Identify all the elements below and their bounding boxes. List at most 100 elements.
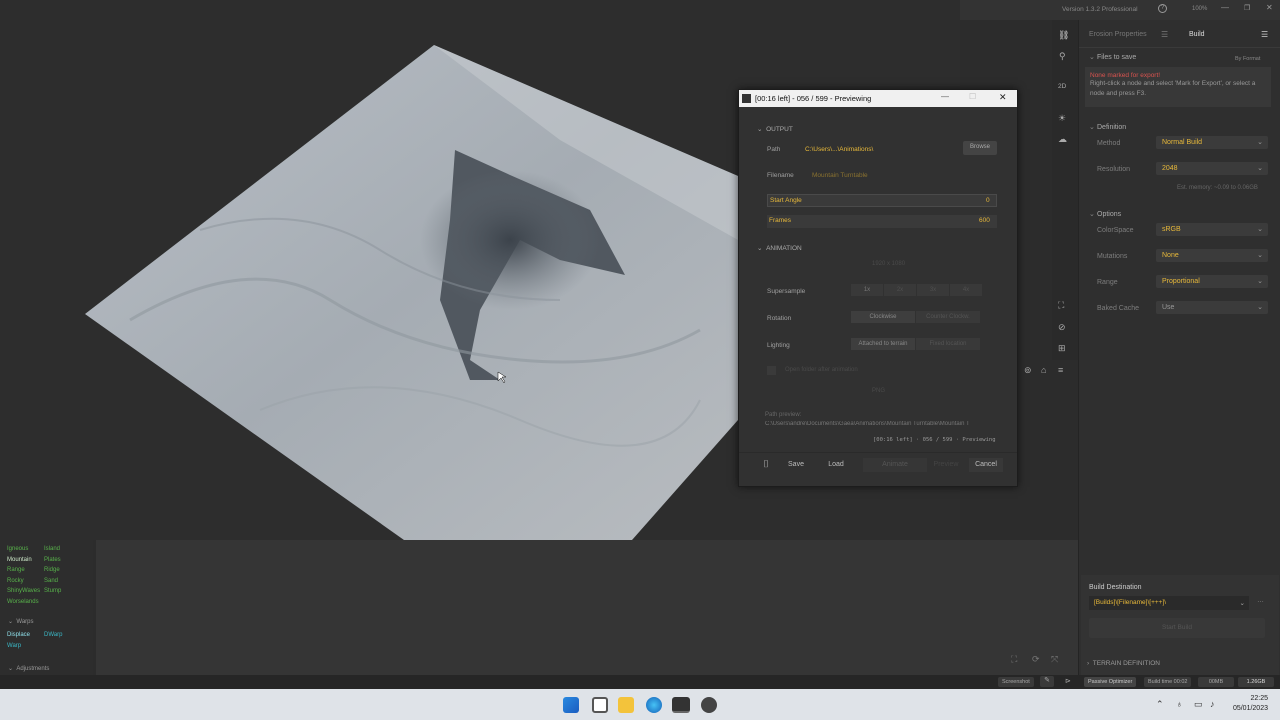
passive-optimizer[interactable]: Passive Optimizer	[1084, 677, 1137, 687]
files-section-header[interactable]: ⌄ Files to save	[1089, 53, 1136, 61]
pen-icon[interactable]: ✎	[1040, 676, 1054, 687]
windows-start-icon[interactable]	[563, 697, 579, 713]
node-shinywaves[interactable]: ShinyWaves	[7, 586, 40, 597]
mic-icon[interactable]: ♁	[1176, 699, 1183, 709]
menu-icon[interactable]: ≡	[1058, 365, 1063, 375]
tab-erosion-properties[interactable]: Erosion Properties	[1089, 31, 1147, 38]
minimize-icon[interactable]: —	[1221, 3, 1229, 12]
2d-toggle[interactable]: 2D	[1058, 83, 1066, 90]
output-header[interactable]: ⌄ OUTPUT	[757, 125, 793, 133]
range-dropdown[interactable]: Proportional ⌄	[1156, 275, 1268, 288]
start-build-button[interactable]: Start Build	[1089, 618, 1265, 638]
build-destination-input[interactable]: [Builds]\[Filename]\[+++]\ ⌄	[1089, 596, 1249, 610]
cloud-icon[interactable]: ☁	[1058, 134, 1067, 145]
supersample-4x[interactable]: 4x	[950, 284, 982, 296]
link-icon[interactable]: ⛓	[1058, 30, 1069, 41]
rotation-clockwise[interactable]: Clockwise	[851, 311, 915, 323]
animation-header[interactable]: ⌄ ANIMATION	[757, 244, 802, 252]
mutations-dropdown[interactable]: None ⌄	[1156, 249, 1268, 262]
frame-icon[interactable]: ⛶	[1058, 300, 1064, 311]
dialog-titlebar[interactable]: [00:16 left] - 056 / 599 - Previewing — …	[739, 90, 1017, 107]
est-memory: Est. memory: ~0.09 to 0.06GB	[1177, 185, 1258, 191]
browse-button[interactable]: Browse	[963, 141, 997, 155]
screenshot-button[interactable]: Screenshot	[998, 677, 1034, 687]
supersample-3x[interactable]: 3x	[917, 284, 949, 296]
help-icon[interactable]: ?	[1158, 4, 1167, 13]
home-icon[interactable]: ⌂	[1041, 365, 1046, 375]
node-dwarp[interactable]: DWarp	[44, 630, 62, 641]
colorspace-dropdown[interactable]: sRGB ⌄	[1156, 223, 1268, 236]
lighting-fixed[interactable]: Fixed location	[916, 338, 980, 350]
volume-icon[interactable]: ♪	[1210, 699, 1215, 709]
definition-header[interactable]: ⌄ Definition	[1089, 123, 1126, 131]
resolution-dropdown[interactable]: 2048 ⌄	[1156, 162, 1268, 175]
camera-orbit-icon[interactable]: ⊚	[1024, 365, 1032, 376]
play-icon[interactable]: ⊳	[1065, 677, 1071, 685]
list-icon[interactable]: ☰	[1161, 30, 1168, 39]
node-worselands[interactable]: Worselands	[7, 597, 40, 608]
compass-icon[interactable]: ⊘	[1058, 322, 1066, 333]
node-stump[interactable]: Stump	[44, 586, 61, 597]
baked-cache-dropdown[interactable]: Use ⌄	[1156, 301, 1268, 314]
path-value[interactable]: C:\Users\...\Animations\	[805, 146, 873, 153]
node-igneous[interactable]: Igneous	[7, 544, 40, 555]
more-icon[interactable]: …	[1257, 597, 1264, 604]
node-rocky[interactable]: Rocky	[7, 576, 40, 587]
clock-time[interactable]: 22:25	[1230, 695, 1268, 702]
by-format-select[interactable]: By Format	[1235, 56, 1260, 62]
graph-area[interactable]	[96, 540, 1078, 675]
node-ridge[interactable]: Ridge	[44, 565, 61, 576]
cancel-button[interactable]: Cancel	[969, 458, 1003, 472]
sun-icon[interactable]: ☀	[1058, 113, 1066, 124]
lighting-attached[interactable]: Attached to terrain	[851, 338, 915, 350]
taskview-icon[interactable]	[592, 697, 608, 713]
chevron-up-icon[interactable]: ⌃	[1156, 699, 1164, 710]
options-header[interactable]: ⌄ Options	[1089, 210, 1121, 218]
node-island[interactable]: Island	[44, 544, 61, 555]
supersample-1x[interactable]: 1x	[851, 284, 883, 296]
zoom-select[interactable]: 100%	[1192, 6, 1207, 12]
warps-header[interactable]: ⌄ Warps	[8, 618, 34, 625]
node-displace[interactable]: Displace	[7, 630, 30, 641]
network-icon[interactable]: ▭	[1194, 699, 1203, 710]
fit-icon[interactable]: ⛶	[1011, 654, 1017, 665]
open-folder-checkbox[interactable]	[767, 366, 776, 375]
grid-icon[interactable]: ⊞	[1058, 343, 1066, 354]
filename-input[interactable]: Mountain Turntable	[812, 172, 868, 179]
start-angle-field[interactable]: Start Angle 0	[767, 194, 997, 207]
restore-icon[interactable]: ❐	[1244, 4, 1250, 12]
hamburger-icon[interactable]: ☰	[1261, 30, 1268, 39]
node-range[interactable]: Range	[7, 565, 40, 576]
minimize-icon[interactable]: —	[941, 92, 949, 101]
close-icon[interactable]: ✕	[999, 92, 1007, 103]
animate-button[interactable]: Animate	[863, 458, 927, 472]
frames-field[interactable]: Frames 600	[767, 215, 997, 228]
clock-date[interactable]: 05/01/2023	[1226, 705, 1268, 712]
load-button[interactable]: Load	[819, 458, 853, 472]
save-button[interactable]: Save	[779, 458, 813, 472]
method-dropdown[interactable]: Normal Build ⌄	[1156, 136, 1268, 149]
chevron-down-icon: ⌄	[1257, 278, 1263, 285]
node-mountain[interactable]: Mountain	[7, 555, 40, 566]
maximize-icon[interactable]: ☐	[969, 92, 976, 101]
adjustments-header[interactable]: ⌄ Adjustments	[8, 665, 49, 672]
supersample-2x[interactable]: 2x	[884, 284, 916, 296]
tab-build[interactable]: Build	[1189, 31, 1205, 38]
node-sand[interactable]: Sand	[44, 576, 61, 587]
rotation-counter[interactable]: Counter Clockw.	[916, 311, 980, 323]
camera-icon[interactable]: ⌷	[763, 459, 769, 470]
chevron-down-icon: ⌄	[1257, 165, 1263, 172]
expand-icon[interactable]: ⤧	[1051, 654, 1058, 665]
recorder-icon[interactable]	[701, 697, 717, 713]
refresh-icon[interactable]: ⟳	[1032, 654, 1040, 665]
file-explorer-icon[interactable]	[618, 697, 634, 713]
node-plates[interactable]: Plates	[44, 555, 61, 566]
gaea-app-icon[interactable]	[672, 697, 690, 713]
user-icon[interactable]: ⚲	[1059, 51, 1066, 62]
preview-button[interactable]: Preview	[931, 458, 961, 472]
node-warp[interactable]: Warp	[7, 641, 30, 652]
close-icon[interactable]: ✕	[1266, 3, 1273, 12]
edge-icon[interactable]	[646, 697, 662, 713]
terrain-definition-header[interactable]: › TERRAIN DEFINITION	[1087, 660, 1160, 667]
range-label: Range	[1097, 279, 1118, 286]
